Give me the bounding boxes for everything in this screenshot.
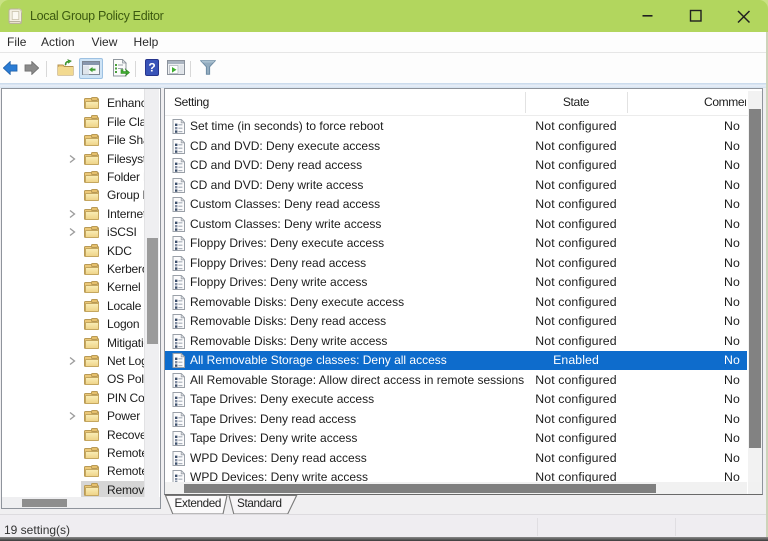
svg-text:?: ? xyxy=(148,61,155,75)
